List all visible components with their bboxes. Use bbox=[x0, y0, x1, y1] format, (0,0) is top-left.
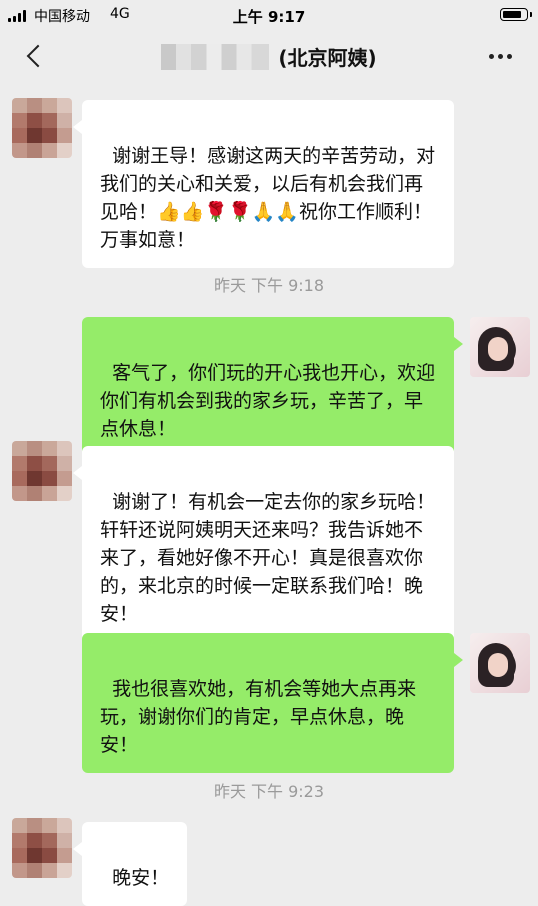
message-text: 晚安！ bbox=[112, 867, 170, 889]
message-bubble[interactable]: 我也很喜欢她，有机会等她大点再来玩，谢谢你们的肯定，早点休息，晚安！ bbox=[82, 633, 463, 773]
nav-bar: (北京阿姨) bbox=[0, 32, 538, 80]
message-bubble[interactable]: 客气了，你们玩的开心我也开心，欢迎你们有机会到我的家乡玩，辛苦了，早点休息！ bbox=[82, 317, 463, 457]
more-icon[interactable] bbox=[486, 48, 514, 64]
message-bubble[interactable]: 晚安！ bbox=[72, 822, 188, 906]
message-text: 客气了，你们玩的开心我也开心，欢迎你们有机会到我的家乡玩，辛苦了，早点休息！ bbox=[100, 362, 436, 440]
timestamp: 昨天 下午 9:18 bbox=[213, 276, 325, 295]
blurred-name bbox=[161, 43, 270, 70]
message-text: 谢谢王导！感谢这两天的辛苦劳动，对我们的关心和关爱，以后有机会我们再见哈！👍👍🌹… bbox=[100, 145, 436, 251]
my-avatar[interactable] bbox=[470, 633, 530, 693]
my-avatar[interactable] bbox=[470, 317, 530, 377]
timestamp: 昨天 下午 9:23 bbox=[213, 782, 325, 801]
nav-title: (北京阿姨) bbox=[278, 46, 377, 70]
battery-icon bbox=[500, 8, 532, 21]
clock: 上午 9:17 bbox=[232, 8, 306, 26]
contact-avatar[interactable] bbox=[12, 98, 72, 158]
message-bubble[interactable]: 谢谢了！有机会一定去你的家乡玩哈！轩轩还说阿姨明天还来吗？我告诉她不来了，看她好… bbox=[73, 446, 454, 642]
chat-title: (北京阿姨) bbox=[0, 42, 538, 71]
status-bar: 中国移动 4G 上午 9:17 bbox=[0, 0, 538, 32]
contact-avatar[interactable] bbox=[12, 441, 72, 501]
message-bubble[interactable]: 谢谢王导！感谢这两天的辛苦劳动，对我们的关心和关爱，以后有机会我们再见哈！👍👍🌹… bbox=[73, 100, 454, 268]
message-text: 谢谢了！有机会一定去你的家乡玩哈！轩轩还说阿姨明天还来吗？我告诉她不来了，看她好… bbox=[100, 491, 436, 625]
message-text: 我也很喜欢她，有机会等她大点再来玩，谢谢你们的肯定，早点休息，晚安！ bbox=[100, 678, 417, 756]
contact-avatar[interactable] bbox=[12, 818, 72, 878]
